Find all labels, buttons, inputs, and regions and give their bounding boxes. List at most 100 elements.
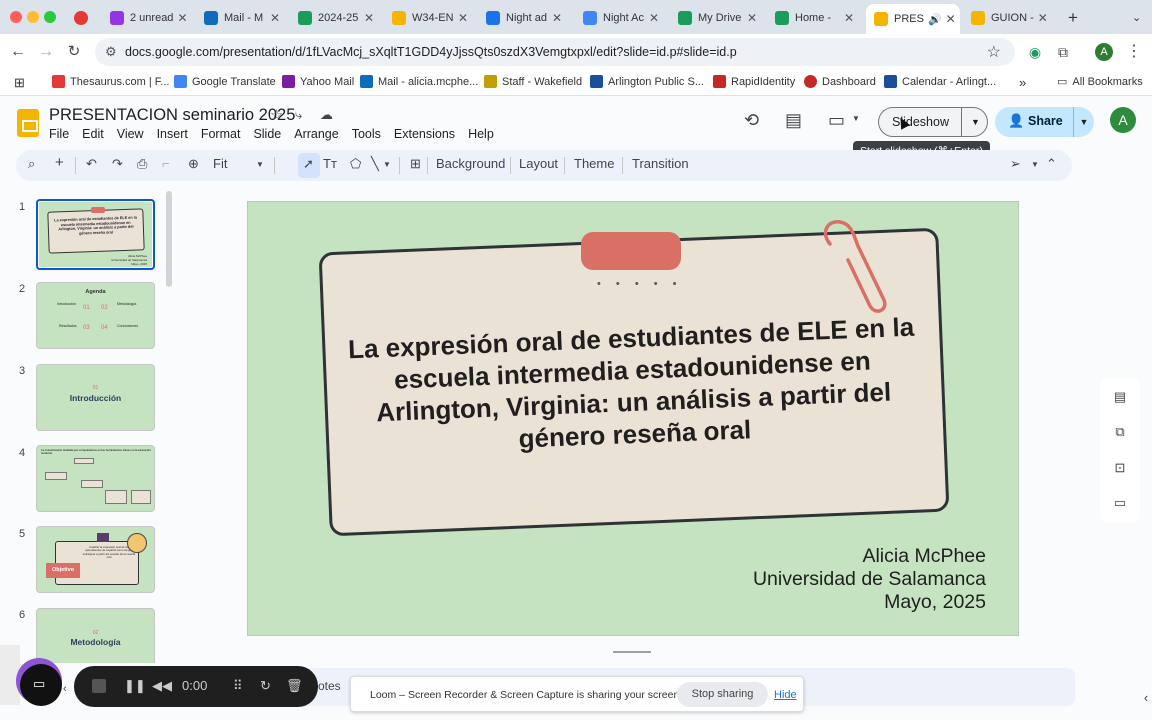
close-tab-icon[interactable]: ✕: [454, 11, 468, 25]
meet-camera-icon[interactable]: ▭: [828, 110, 845, 131]
slide-thumbnail-1[interactable]: La expresión oral de estudiantes de ELE …: [36, 199, 155, 270]
maximize-window-icon[interactable]: [44, 11, 56, 23]
expand-panel-chevron-icon[interactable]: ‹: [1138, 690, 1152, 706]
menu-help[interactable]: Help: [468, 127, 494, 141]
bookmark-item[interactable]: Google Translate: [174, 75, 276, 88]
slide-thumbnail-5[interactable]: Analizar la expresión oral de los aprend…: [36, 526, 155, 593]
bookmark-item[interactable]: Mail - alicia.mcphe...: [360, 75, 478, 88]
bookmark-item[interactable]: Thesaurus.com | F...: [52, 75, 169, 88]
all-bookmarks-folder[interactable]: ▭ All Bookmarks: [1057, 75, 1143, 89]
close-tab-icon[interactable]: ✕: [743, 11, 757, 25]
collapse-loom-chevron-icon[interactable]: ‹: [63, 683, 67, 695]
browser-tab[interactable]: Home - ✕: [767, 5, 862, 30]
profile-avatar[interactable]: A: [1095, 43, 1113, 61]
add-comment-icon[interactable]: ⊞: [410, 156, 421, 172]
restart-icon[interactable]: ↻: [260, 678, 271, 694]
site-info-icon[interactable]: ⚙: [105, 44, 117, 60]
close-tab-icon[interactable]: ✕: [1034, 11, 1048, 25]
presentation-date[interactable]: Mayo, 2025: [884, 591, 986, 614]
slideshow-dropdown-chevron-icon[interactable]: ▼: [961, 108, 989, 136]
close-tab-icon[interactable]: ✕: [548, 11, 562, 25]
close-tab-icon[interactable]: ✕: [942, 12, 956, 26]
slide-canvas[interactable]: • • • • • La expresión oral de estudiant…: [247, 201, 1019, 636]
slideshow-button[interactable]: Slideshow ▼: [878, 107, 988, 137]
close-window-icon[interactable]: [10, 11, 22, 23]
speaker-notes-label[interactable]: otes: [318, 679, 341, 693]
bookmark-item[interactable]: Yahoo Mail: [282, 75, 354, 88]
menu-tools[interactable]: Tools: [352, 127, 381, 141]
select-arrow-icon[interactable]: ➚: [303, 156, 314, 172]
extension-icon[interactable]: ◉: [1025, 42, 1045, 62]
browser-tab[interactable]: My Drive ✕: [670, 5, 765, 30]
new-slide-icon[interactable]: +: [55, 154, 64, 171]
layout-button[interactable]: Layout: [519, 156, 558, 171]
minimize-window-icon[interactable]: [27, 11, 39, 23]
author-name[interactable]: Alicia McPhee: [862, 545, 986, 568]
slide-thumbnail-4[interactable]: La comunicación mediada por computadoras…: [36, 445, 155, 512]
bookmark-item[interactable]: Arlington Public S...: [590, 75, 704, 88]
star-icon[interactable]: ☆: [270, 106, 283, 124]
filmstrip-scrollbar[interactable]: [166, 191, 172, 287]
search-menus-icon[interactable]: ⌕: [28, 156, 35, 172]
tasks-icon[interactable]: ⧉: [1112, 424, 1128, 440]
menu-edit[interactable]: Edit: [82, 127, 104, 141]
transition-button[interactable]: Transition: [632, 156, 689, 171]
background-button[interactable]: Background: [436, 156, 505, 171]
close-tab-icon[interactable]: ✕: [645, 11, 659, 25]
zoom-select[interactable]: Fit: [213, 156, 227, 171]
share-dropdown-chevron-icon[interactable]: ▼: [1073, 107, 1094, 137]
close-tab-icon[interactable]: ✕: [173, 11, 187, 25]
forward-arrow-icon[interactable]: →: [36, 42, 56, 62]
image-shape-icon[interactable]: ⬠: [350, 156, 361, 172]
menu-slide[interactable]: Slide: [253, 127, 281, 141]
rewind-icon[interactable]: ◀◀: [152, 678, 172, 694]
document-title[interactable]: PRESENTACION seminario 2025: [49, 106, 295, 125]
url-text[interactable]: docs.google.com/presentation/d/1fLVacMcj…: [125, 45, 737, 59]
close-tab-icon[interactable]: ✕: [840, 11, 854, 25]
close-tab-icon[interactable]: ✕: [360, 11, 374, 25]
slide-title[interactable]: La expresión oral de estudiantes de ELE …: [341, 310, 926, 461]
apps-grid-icon[interactable]: ⊞: [14, 75, 25, 91]
pen-tool-icon[interactable]: ➢: [1010, 156, 1021, 172]
bookmark-item[interactable]: Staff - Wakefield: [484, 75, 582, 88]
bookmark-item[interactable]: RapidIdentity: [713, 75, 795, 88]
contacts-icon[interactable]: ⊡: [1112, 460, 1128, 476]
line-icon[interactable]: ╲: [371, 156, 379, 172]
loom-camera-bubble[interactable]: ▭: [20, 664, 62, 706]
notes-resize-handle[interactable]: [613, 651, 651, 653]
slide-thumbnail-3[interactable]: 01 Introducción: [36, 364, 155, 431]
bookmark-star-icon[interactable]: ☆: [987, 42, 1001, 62]
menu-view[interactable]: View: [117, 127, 144, 141]
bookmark-item[interactable]: Calendar - Arlingt...: [884, 75, 996, 88]
drag-handle-icon[interactable]: ⠿: [233, 678, 243, 694]
menu-insert[interactable]: Insert: [157, 127, 188, 141]
cloud-status-icon[interactable]: ☁: [320, 107, 333, 123]
comments-icon[interactable]: ▤: [785, 110, 802, 131]
meet-dropdown-chevron-icon[interactable]: ▼: [852, 114, 860, 123]
theme-button[interactable]: Theme: [574, 156, 614, 171]
menu-extensions[interactable]: Extensions: [394, 127, 455, 141]
share-button[interactable]: 👤 Share ▼: [995, 107, 1094, 137]
undo-icon[interactable]: ↶: [86, 156, 97, 172]
stop-sharing-button[interactable]: Stop sharing: [677, 682, 768, 707]
collapse-toolbar-icon[interactable]: ⌃: [1046, 156, 1057, 172]
line-chevron-icon[interactable]: ▼: [383, 160, 391, 169]
version-history-icon[interactable]: ⟲: [744, 110, 759, 131]
slide-thumbnail-6[interactable]: 02 Metodología: [36, 608, 155, 663]
bookmark-item[interactable]: Dashboard: [804, 75, 876, 88]
close-tab-icon[interactable]: ✕: [266, 11, 280, 25]
browser-tab[interactable]: W34-EN ✕: [384, 5, 476, 30]
extensions-puzzle-icon[interactable]: ⧉: [1053, 42, 1073, 62]
browser-tab[interactable]: GUION - ✕: [963, 5, 1055, 30]
zoom-chevron-icon[interactable]: ▼: [256, 160, 264, 169]
hide-banner-link[interactable]: Hide: [774, 689, 797, 701]
print-icon[interactable]: ⎙: [137, 156, 147, 172]
browser-menu-icon[interactable]: ⋮: [1124, 42, 1144, 62]
reload-icon[interactable]: ↻: [64, 42, 84, 62]
menu-format[interactable]: Format: [201, 127, 241, 141]
stop-recording-icon[interactable]: [92, 679, 106, 693]
keep-notes-icon[interactable]: ▤: [1112, 389, 1128, 405]
paint-format-icon[interactable]: ⌐: [162, 156, 170, 171]
browser-tab[interactable]: 2024-25 ✕: [290, 5, 382, 30]
institution-name[interactable]: Universidad de Salamanca: [753, 568, 986, 591]
